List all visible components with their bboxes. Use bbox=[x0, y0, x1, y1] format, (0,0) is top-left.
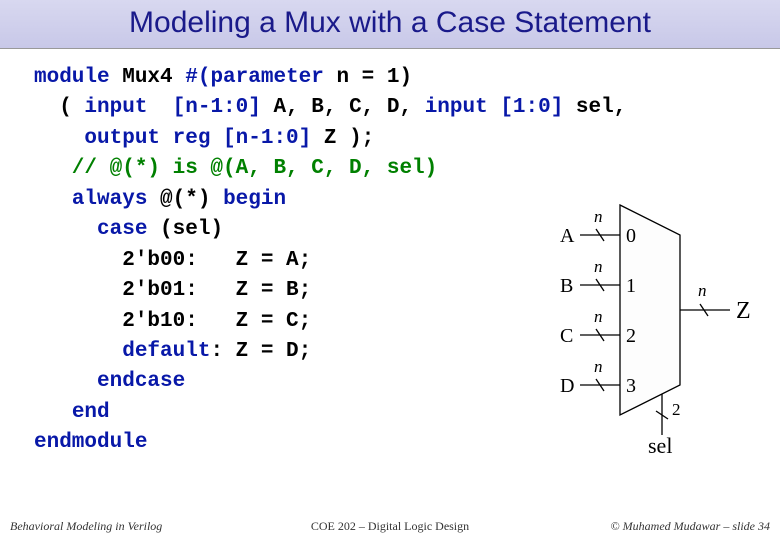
label-n: n bbox=[594, 207, 603, 227]
footer-right: © Muhamed Mudawar – slide 34 bbox=[611, 519, 770, 534]
mux-diagram: A B C D n n n n 0 1 2 3 n Z 2 sel bbox=[560, 195, 760, 455]
kw-output-reg: output reg bbox=[84, 127, 223, 150]
label-B: B bbox=[560, 275, 573, 298]
title-bar: Modeling a Mux with a Case Statement bbox=[0, 0, 780, 49]
slide-title: Modeling a Mux with a Case Statement bbox=[0, 6, 780, 40]
comment: // @(*) is @(A, B, C, D, sel) bbox=[34, 157, 437, 180]
label-D: D bbox=[560, 375, 574, 398]
kw-end: end bbox=[72, 401, 110, 424]
range: [1:0] bbox=[500, 96, 563, 119]
kw-default: default bbox=[122, 340, 210, 363]
kw-endcase: endcase bbox=[97, 370, 185, 393]
port-2: 2 bbox=[626, 325, 636, 348]
code-text: Mux4 bbox=[110, 66, 186, 89]
code-text: : Z = D; bbox=[210, 340, 311, 363]
code-line-1: module Mux4 #(parameter n = 1) bbox=[34, 63, 780, 93]
label-sel: sel bbox=[648, 433, 672, 459]
code-text: n = 1) bbox=[324, 66, 412, 89]
label-C: C bbox=[560, 325, 573, 348]
code-line-3: output reg [n-1:0] Z ); bbox=[34, 124, 780, 154]
code-text bbox=[34, 370, 97, 393]
range: [n-1:0] bbox=[223, 127, 311, 150]
port-3: 3 bbox=[626, 375, 636, 398]
label-Z: Z bbox=[736, 298, 751, 325]
code-text: ( bbox=[34, 96, 84, 119]
label-two: 2 bbox=[672, 400, 681, 420]
kw-input: input bbox=[425, 96, 501, 119]
code-text: @(*) bbox=[147, 188, 223, 211]
code-text bbox=[34, 188, 72, 211]
code-text: Z ); bbox=[311, 127, 374, 150]
label-n: n bbox=[594, 307, 603, 327]
code-text: A, B, C, D, bbox=[261, 96, 425, 119]
code-text bbox=[34, 127, 84, 150]
kw-input: input bbox=[84, 96, 172, 119]
kw-case: case bbox=[97, 218, 147, 241]
label-n-out: n bbox=[698, 281, 707, 301]
code-text bbox=[34, 340, 122, 363]
kw-module: module bbox=[34, 66, 110, 89]
code-text: 2'b01: Z = B; bbox=[34, 279, 311, 302]
code-text bbox=[34, 218, 97, 241]
range: [n-1:0] bbox=[173, 96, 261, 119]
code-text: 2'b00: Z = A; bbox=[34, 249, 311, 272]
port-1: 1 bbox=[626, 275, 636, 298]
code-text: (sel) bbox=[147, 218, 223, 241]
code-text bbox=[34, 401, 72, 424]
kw-parameter: #(parameter bbox=[185, 66, 324, 89]
code-line-4: // @(*) is @(A, B, C, D, sel) bbox=[34, 154, 780, 184]
code-line-2: ( input [n-1:0] A, B, C, D, input [1:0] … bbox=[34, 93, 780, 123]
code-text: 2'b10: Z = C; bbox=[34, 310, 311, 333]
code-text: sel, bbox=[563, 96, 626, 119]
kw-begin: begin bbox=[223, 188, 286, 211]
kw-always: always bbox=[72, 188, 148, 211]
kw-endmodule: endmodule bbox=[34, 431, 147, 454]
port-0: 0 bbox=[626, 225, 636, 248]
label-n: n bbox=[594, 257, 603, 277]
mux-svg bbox=[560, 195, 760, 455]
label-n: n bbox=[594, 357, 603, 377]
label-A: A bbox=[560, 225, 574, 248]
